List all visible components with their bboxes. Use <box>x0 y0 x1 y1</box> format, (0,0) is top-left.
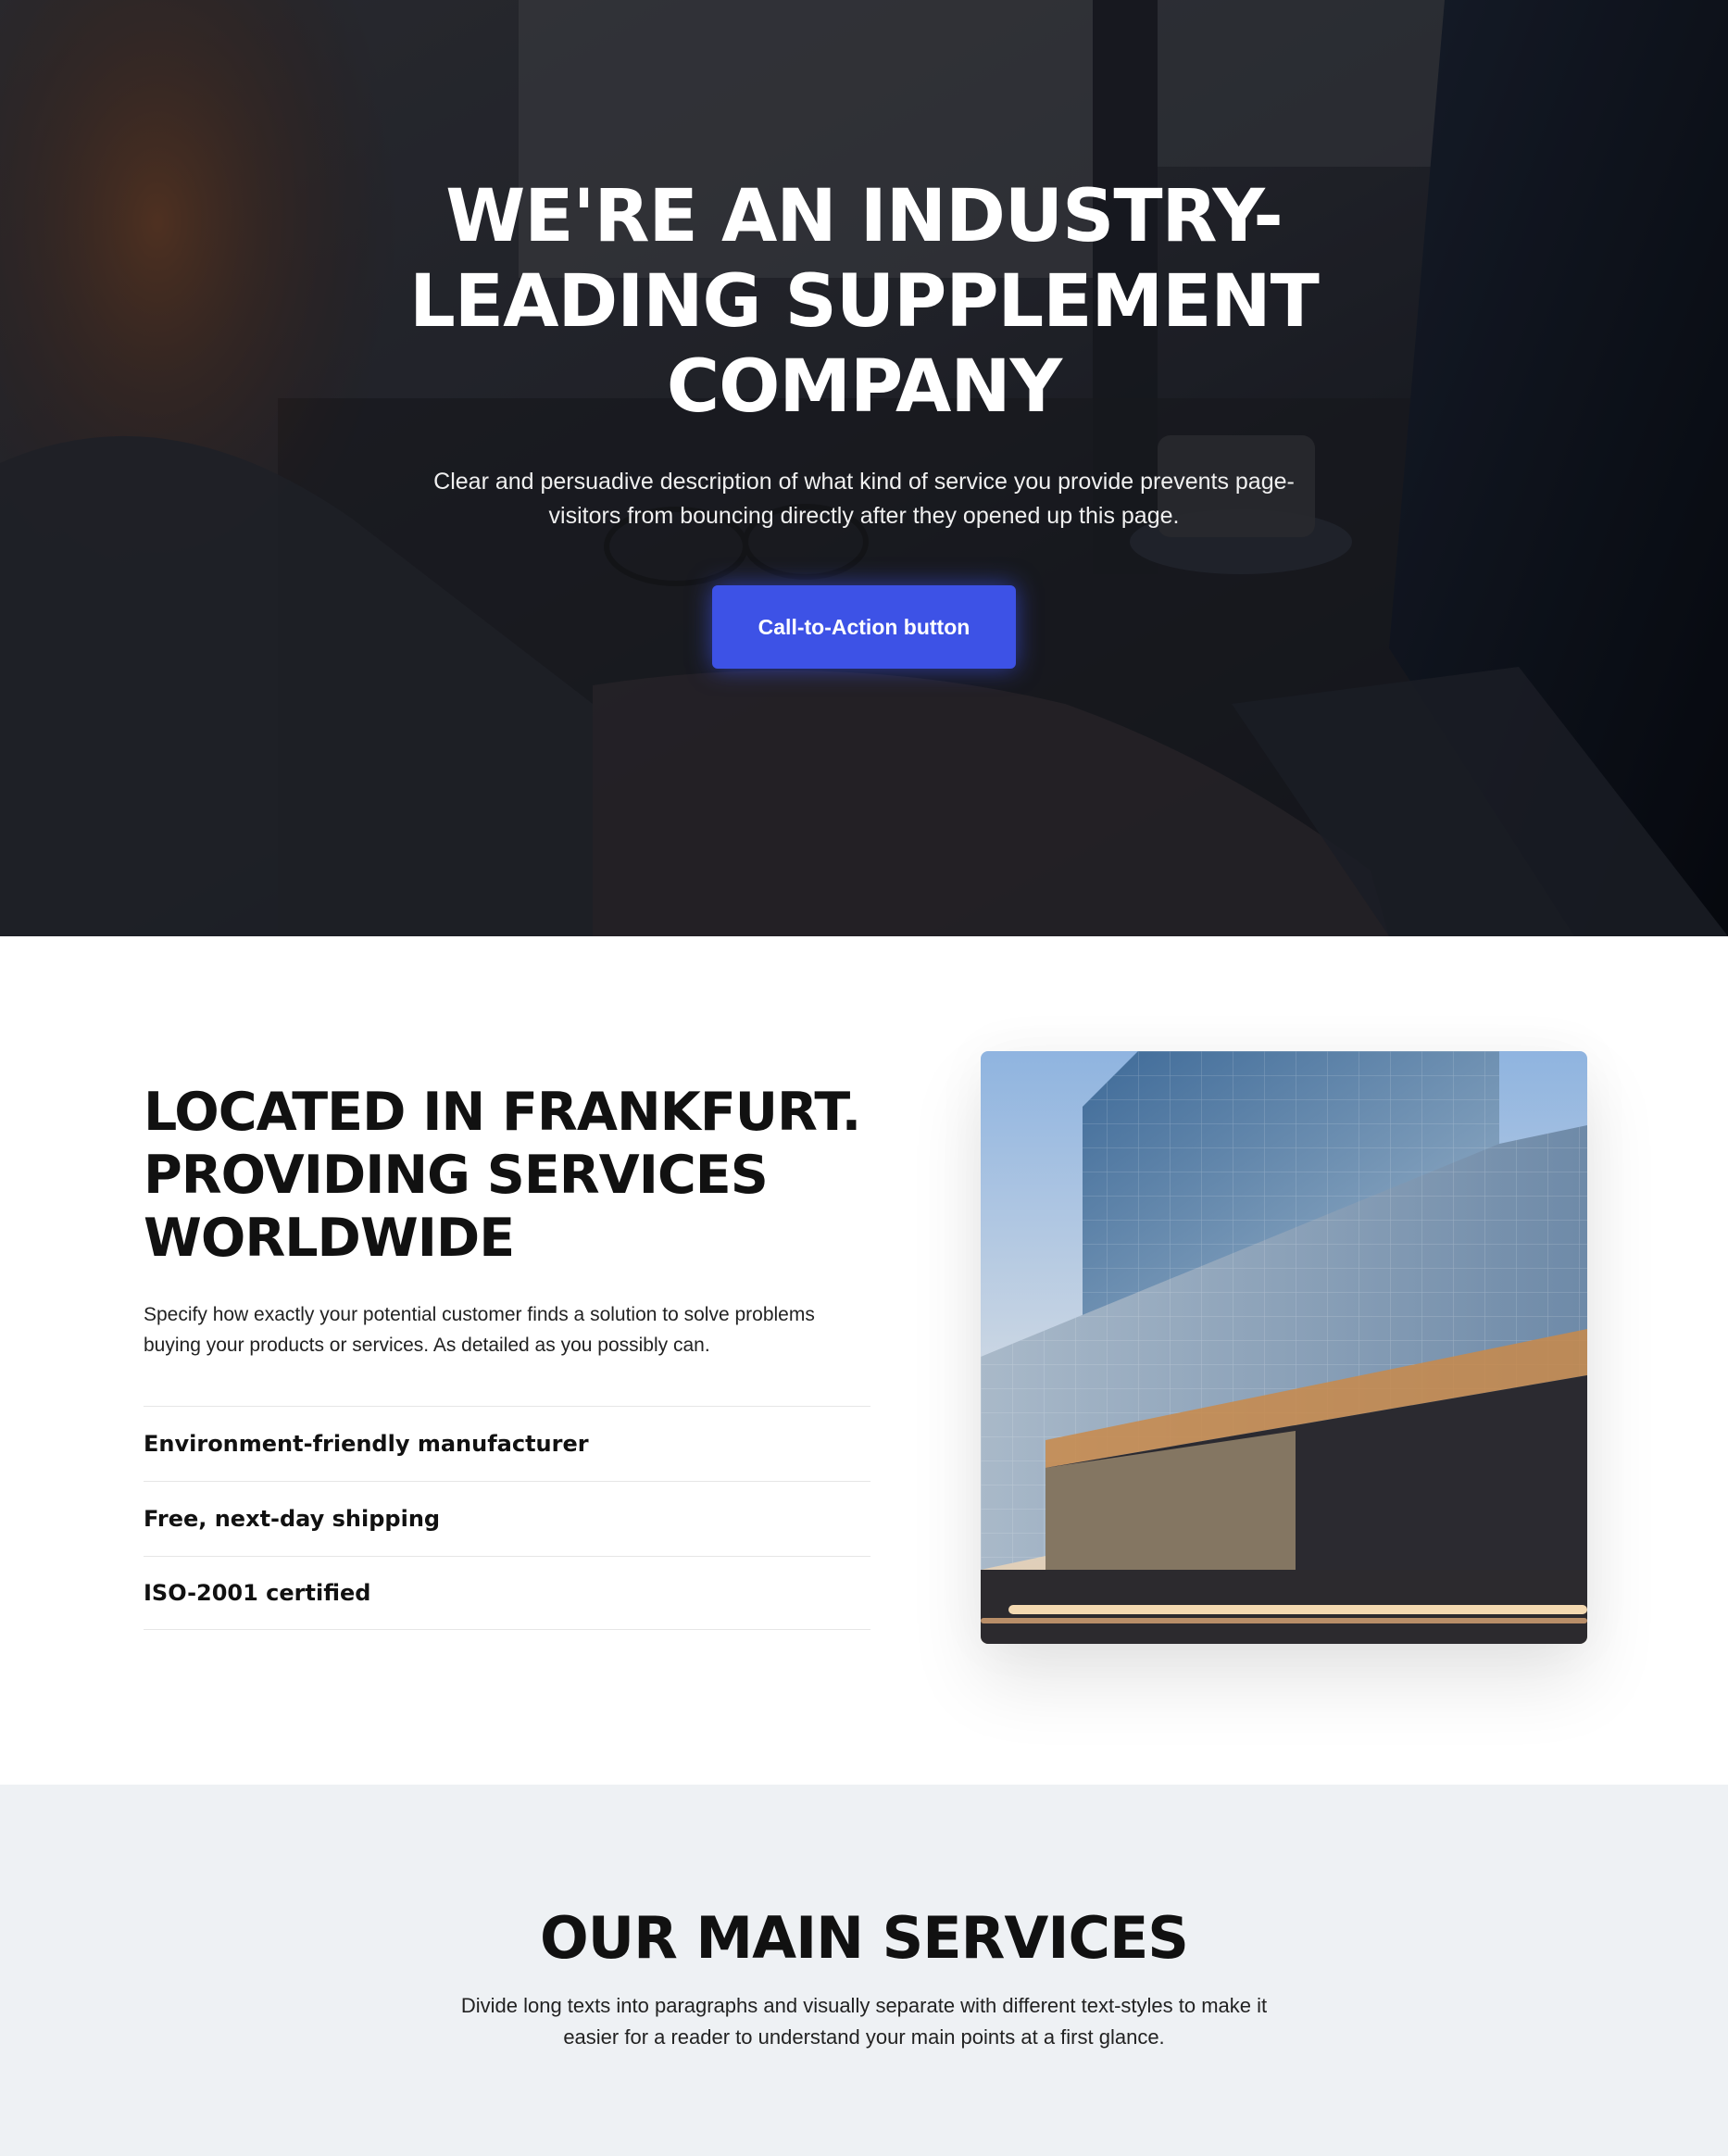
location-section: LOCATED IN FRANKFURT. PROVIDING SERVICES… <box>0 936 1728 1785</box>
hero-title: WE'RE AN INDUSTRY-LEADING SUPPLEMENT COM… <box>409 175 1320 429</box>
hero-description: Clear and persuadive description of what… <box>433 469 1295 529</box>
hero-content: WE'RE AN INDUSTRY-LEADING SUPPLEMENT COM… <box>0 0 1728 936</box>
location-description: Specify how exactly your potential custo… <box>144 1304 815 1356</box>
location-title: LOCATED IN FRANKFURT. PROVIDING SERVICES… <box>144 1082 861 1269</box>
feature-item: Environment-friendly manufacturer <box>144 1406 870 1481</box>
feature-list: Environment-friendly manufacturer Free, … <box>144 1406 870 1630</box>
feature-item: ISO-2001 certified <box>144 1556 870 1630</box>
services-section: OUR MAIN SERVICES Divide long texts into… <box>0 1785 1728 2156</box>
hero-section: WE'RE AN INDUSTRY-LEADING SUPPLEMENT COM… <box>0 0 1728 936</box>
feature-item: Free, next-day shipping <box>144 1481 870 1556</box>
cta-button[interactable]: Call-to-Action button <box>712 585 1016 669</box>
services-title: OUR MAIN SERVICES <box>540 1904 1189 1972</box>
services-description: Divide long texts into paragraphs and vi… <box>460 1994 1268 2049</box>
office-building-image <box>981 1051 1587 1644</box>
